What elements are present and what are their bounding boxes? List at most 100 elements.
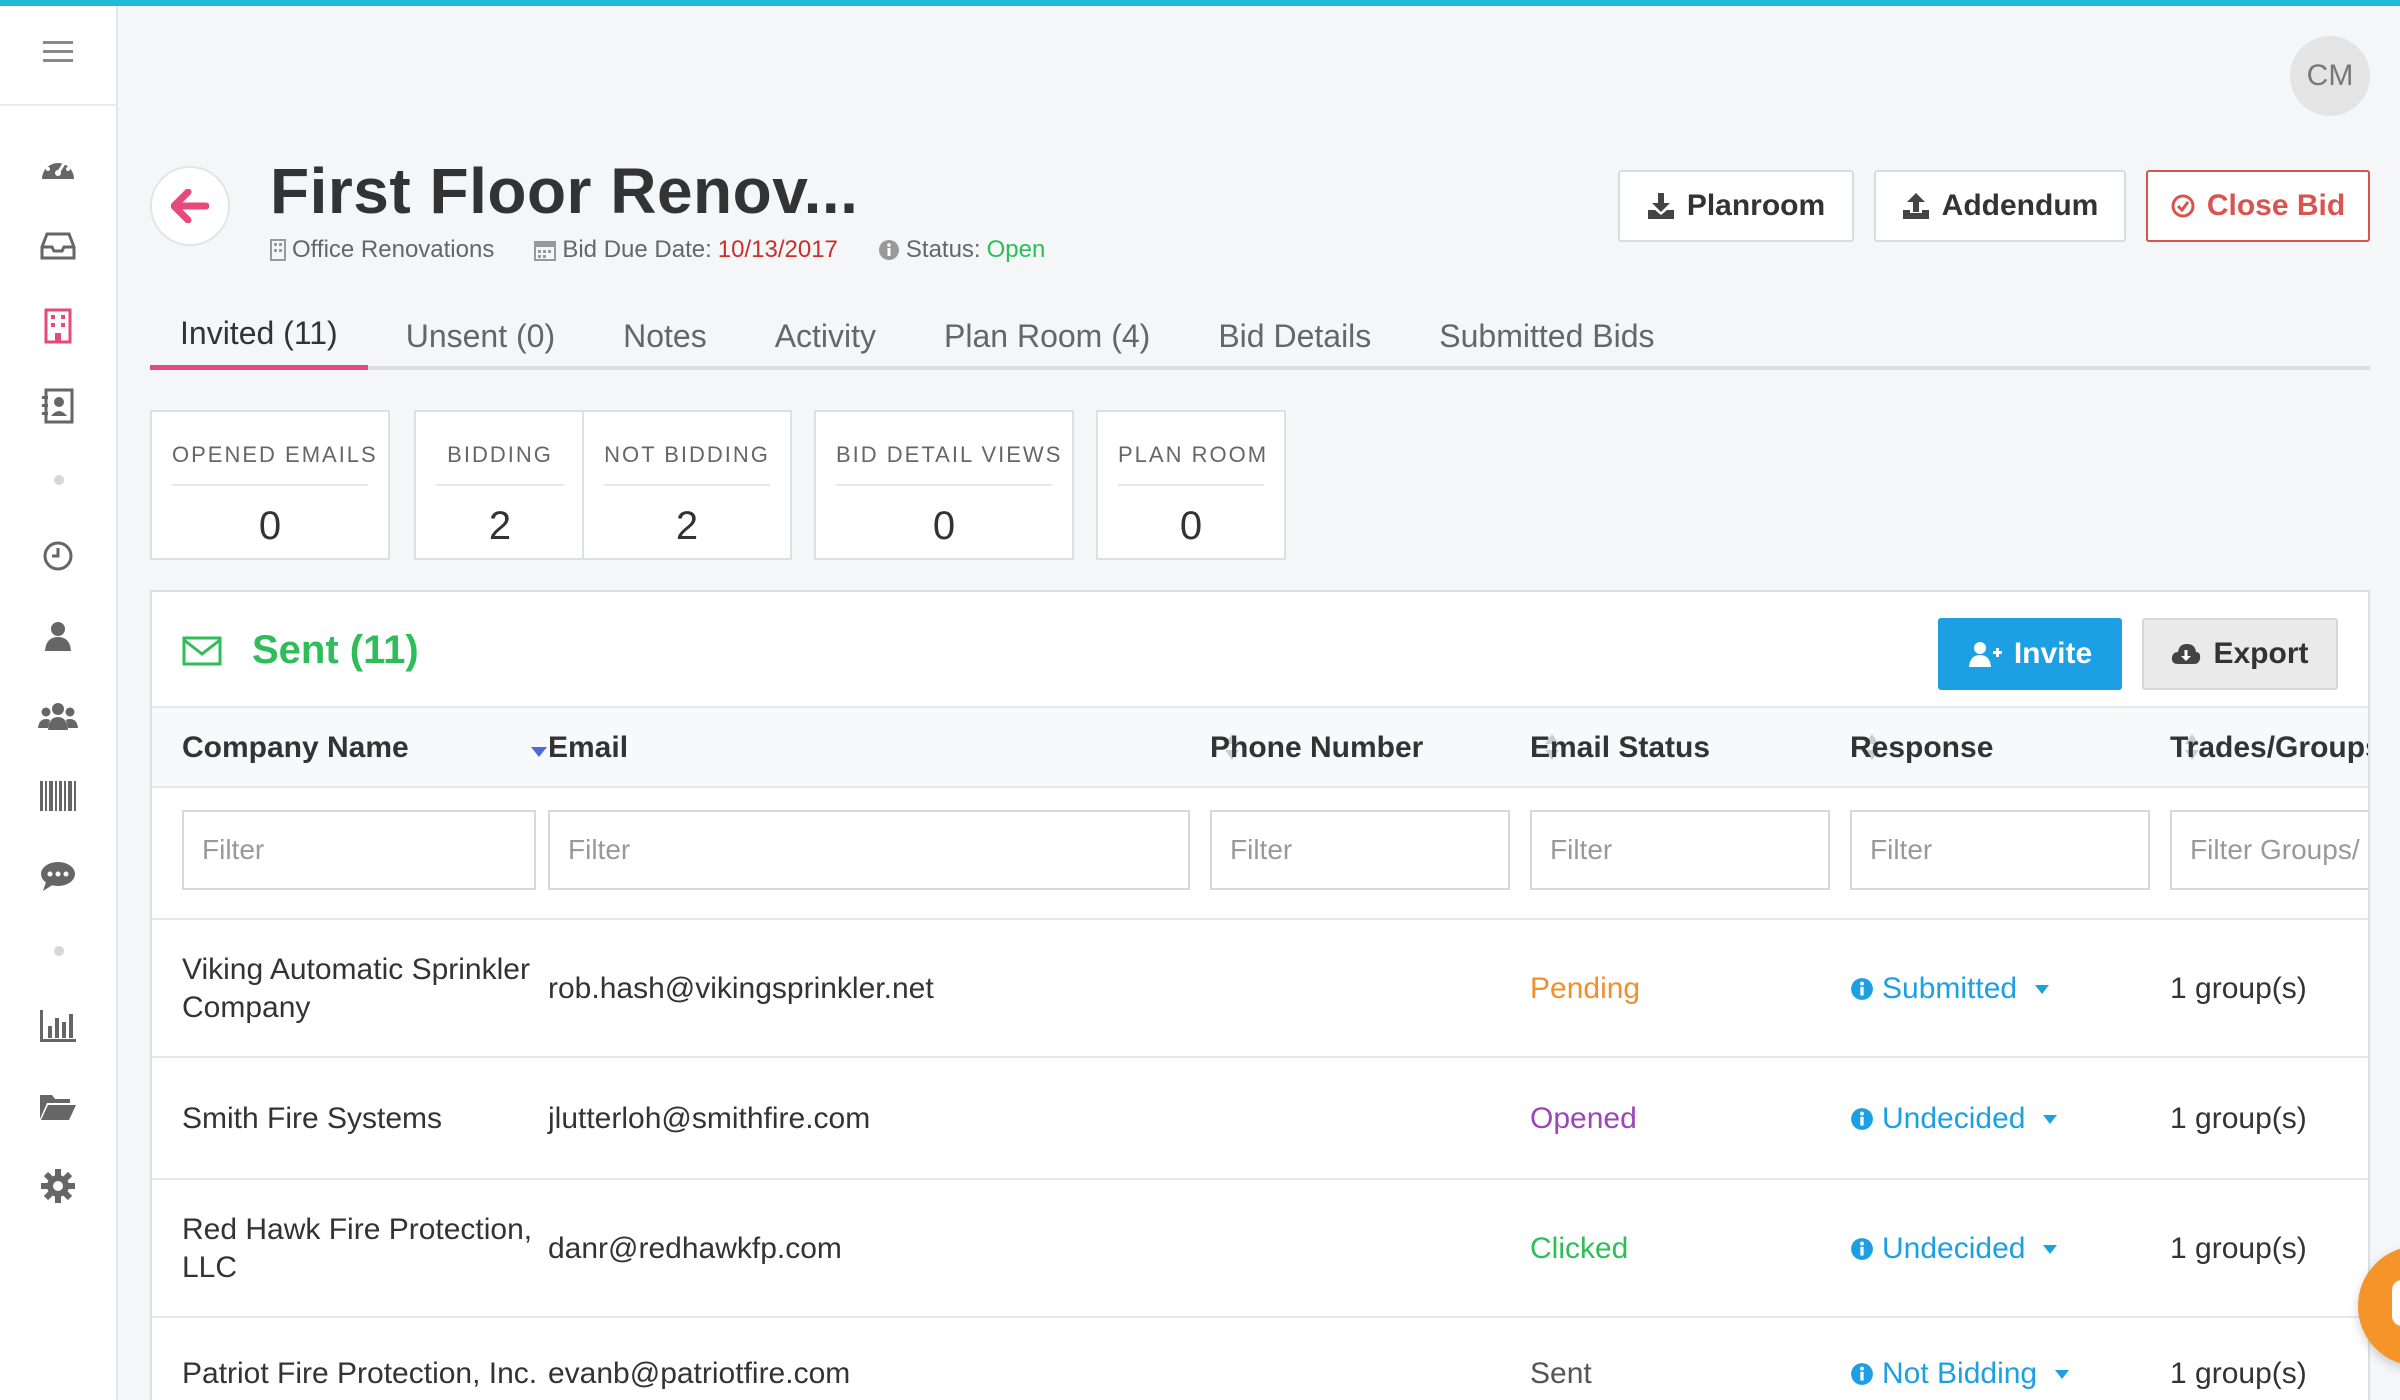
user-avatar[interactable]: CM (2290, 36, 2370, 116)
company-name: Red Hawk Fire Protection, LLC (182, 1213, 533, 1284)
column-header-response[interactable]: Response (1850, 708, 1993, 788)
response-dropdown[interactable]: Submitted (1850, 920, 2057, 1058)
users-icon (38, 703, 78, 730)
back-button[interactable] (150, 166, 230, 246)
tab-bid-details[interactable]: Bid Details (1188, 302, 1401, 370)
sidebar (0, 0, 118, 1400)
sidebar-item-files[interactable] (0, 1076, 116, 1136)
sidebar-item-barcode[interactable] (0, 766, 116, 826)
addendum-label: Addendum (1941, 189, 2099, 222)
tab-bar: Invited (11) Unsent (0) Notes Activity P… (150, 302, 2370, 370)
groups-count: 1 group(s) (2170, 1232, 2307, 1265)
dashboard-icon (42, 159, 74, 179)
sidebar-item-user[interactable] (0, 606, 116, 666)
sidebar-item-messages[interactable] (0, 846, 116, 906)
company-name: Patriot Fire Protection, Inc. (182, 1357, 538, 1390)
response-dropdown[interactable]: Undecided (1850, 1058, 2065, 1180)
building-icon (44, 308, 72, 344)
response-dropdown[interactable]: Undecided (1850, 1180, 2065, 1318)
filter-response-input[interactable]: Filter (1850, 810, 2150, 890)
building-icon (270, 239, 286, 261)
caret-down-icon (2035, 984, 2050, 994)
close-bid-button[interactable]: Close Bid (2146, 170, 2370, 242)
tab-invited[interactable]: Invited (11) (150, 302, 368, 370)
sidebar-divider-dot (54, 475, 64, 485)
email-address: evanb@patriotfire.com (548, 1357, 851, 1390)
email-status: Pending (1530, 972, 1641, 1005)
caret-down-icon (2055, 1369, 2070, 1379)
email-status: Sent (1530, 1357, 1592, 1390)
arrow-left-icon (171, 189, 209, 223)
info-icon (1851, 1363, 1873, 1385)
stat-bidding: BIDDING 2 (414, 410, 586, 560)
groups-count: 1 group(s) (2170, 972, 2307, 1005)
column-header-phone[interactable]: Phone Number (1210, 708, 1423, 788)
barcode-icon (40, 781, 76, 811)
column-header-email[interactable]: Email (548, 708, 628, 788)
stat-label: NOT BIDDING (604, 412, 770, 486)
sidebar-item-settings[interactable] (0, 1156, 116, 1216)
column-header-groups[interactable]: Trades/Groups (2170, 708, 2368, 788)
stat-label: BID DETAIL VIEWS (836, 412, 1060, 486)
response-value: Undecided (1882, 1102, 2026, 1135)
chat-icon (41, 862, 75, 891)
download-icon (1647, 193, 1674, 219)
email-status: Opened (1530, 1102, 1637, 1135)
check-circle-icon (2171, 194, 2195, 218)
tab-notes[interactable]: Notes (593, 302, 737, 370)
sidebar-item-projects[interactable] (0, 296, 116, 356)
main-content: CM First Floor Renov... Office Renovatio… (118, 6, 2400, 1400)
table-header: Company Name Email Phone Number Email St… (152, 708, 2368, 788)
export-button[interactable]: Export (2142, 618, 2338, 690)
calendar-icon (534, 241, 557, 261)
upload-icon (1902, 193, 1929, 219)
planroom-button[interactable]: Planroom (1618, 170, 1854, 242)
clock-icon (43, 541, 73, 571)
info-icon (1851, 1108, 1873, 1130)
sort-desc-icon[interactable] (530, 746, 548, 758)
stat-label: BIDDING (436, 412, 564, 486)
bid-due-date: Bid Due Date: 10/13/2017 (534, 236, 838, 264)
sent-panel: Sent (11) Invite Export Company Name Ema… (150, 590, 2370, 1400)
planroom-label: Planroom (1686, 189, 1826, 222)
stat-value: 0 (932, 504, 956, 548)
email-address: rob.hash@vikingsprinkler.net (548, 972, 934, 1005)
column-header-email-status[interactable]: Email Status (1530, 708, 1710, 788)
sidebar-item-reports[interactable] (0, 996, 116, 1056)
filter-groups-input[interactable]: Filter Groups/ (2170, 810, 2368, 890)
stat-opened-emails: OPENED EMAILS 0 (150, 410, 390, 560)
sidebar-item-contacts[interactable] (0, 376, 116, 436)
table-row[interactable]: Smith Fire Systems jlutterloh@smithfire.… (152, 1056, 2368, 1180)
filter-email-input[interactable]: Filter (548, 810, 1190, 890)
filter-email-status-input[interactable]: Filter (1530, 810, 1830, 890)
response-value: Not Bidding (1882, 1357, 2038, 1390)
sidebar-item-dashboard[interactable] (0, 136, 116, 196)
export-label: Export (2213, 637, 2309, 670)
tab-activity[interactable]: Activity (745, 302, 906, 370)
stat-value: 0 (1179, 504, 1203, 548)
tab-submitted-bids[interactable]: Submitted Bids (1409, 302, 1684, 370)
invite-button[interactable]: Invite (1938, 618, 2122, 690)
filter-company-input[interactable]: Filter (182, 810, 536, 890)
addendum-button[interactable]: Addendum (1874, 170, 2126, 242)
company-name: Viking Automatic Sprinkler Company (182, 953, 530, 1024)
company-name: Smith Fire Systems (182, 1102, 443, 1135)
filter-phone-input[interactable]: Filter (1210, 810, 1510, 890)
sidebar-item-team[interactable] (0, 686, 116, 746)
stat-value: 0 (258, 504, 282, 548)
table-row[interactable]: Red Hawk Fire Protection, LLC danr@redha… (152, 1178, 2368, 1318)
contact-card-icon (42, 388, 74, 424)
stat-label: OPENED EMAILS (172, 412, 376, 486)
table-row[interactable]: Patriot Fire Protection, Inc. evanb@patr… (152, 1316, 2368, 1400)
sidebar-item-inbox[interactable] (0, 216, 116, 276)
menu-button[interactable] (0, 0, 116, 106)
tab-unsent[interactable]: Unsent (0) (376, 302, 585, 370)
response-dropdown[interactable]: Not Bidding (1850, 1318, 2077, 1400)
tab-plan-room[interactable]: Plan Room (4) (914, 302, 1180, 370)
info-icon (1851, 1238, 1873, 1260)
sidebar-item-history[interactable] (0, 526, 116, 586)
gear-icon (41, 1169, 75, 1203)
column-header-company[interactable]: Company Name (182, 708, 409, 788)
groups-count: 1 group(s) (2170, 1357, 2307, 1390)
table-row[interactable]: Viking Automatic Sprinkler Company rob.h… (152, 918, 2368, 1058)
